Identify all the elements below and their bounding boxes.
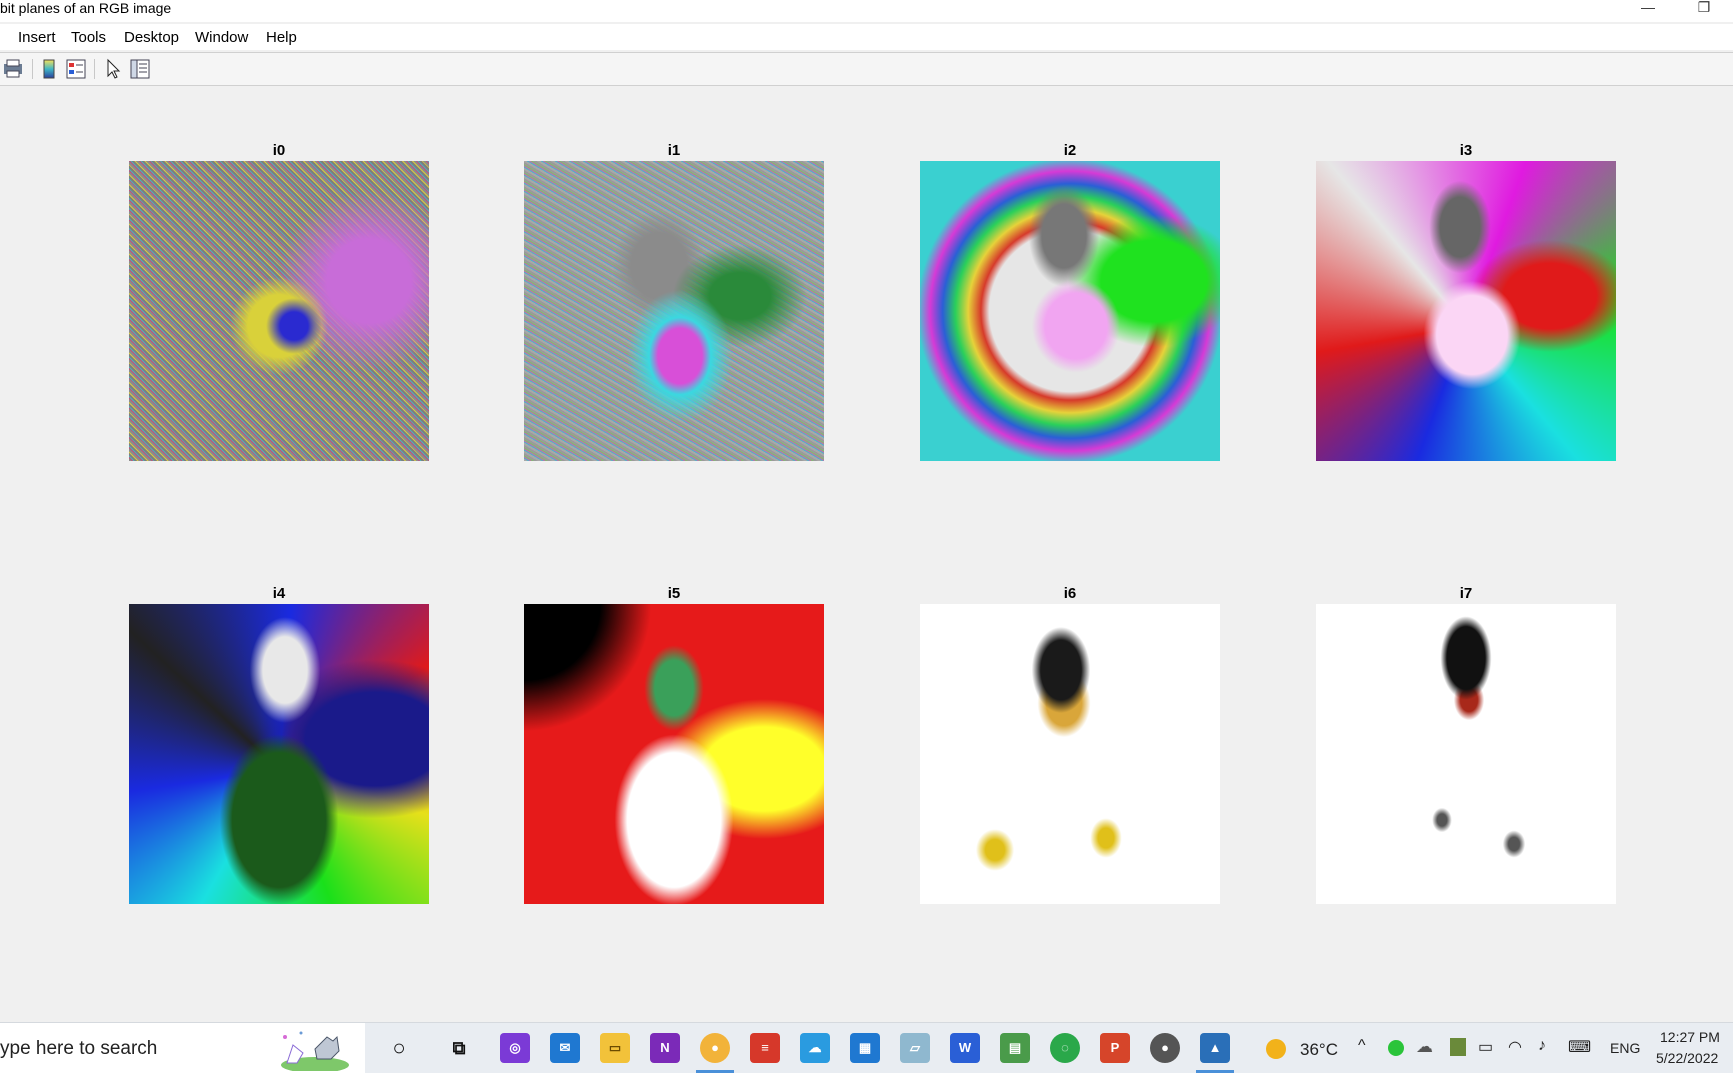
bitplane-image — [1316, 604, 1616, 904]
figure-toolbar — [0, 52, 1733, 86]
axes-title: i5 — [667, 585, 681, 602]
bitplane-axes-i6: i6 — [920, 584, 1220, 904]
calendar-icon[interactable]: ▦ — [850, 1033, 880, 1063]
cortana-icon[interactable]: ○ — [384, 1033, 414, 1063]
bitplane-axes-i4: i4 — [129, 584, 429, 904]
refresh-app-icon[interactable]: ◌ — [1050, 1033, 1080, 1063]
cloud-icon[interactable]: ☁ — [1416, 1037, 1433, 1057]
show-hidden-icons-chevron-icon[interactable]: ^ — [1358, 1037, 1366, 1055]
clock-time[interactable]: 12:27 PM — [1660, 1029, 1720, 1045]
file-explorer-icon[interactable]: ▭ — [600, 1033, 630, 1063]
menu-insert[interactable]: Insert — [18, 29, 56, 46]
window-title: bit planes of an RGB image — [0, 0, 172, 16]
bitplane-image — [524, 161, 824, 461]
search-placeholder: ype here to search — [0, 1038, 158, 1059]
axes-title: i6 — [1063, 585, 1077, 602]
clock-date[interactable]: 5/22/2022 — [1656, 1050, 1718, 1066]
todoist-icon[interactable]: ≡ — [750, 1033, 780, 1063]
input-language[interactable]: ENG — [1610, 1040, 1640, 1056]
title-bar: bit planes of an RGB image — ❐ — [0, 0, 1733, 22]
menu-desktop[interactable]: Desktop — [124, 29, 179, 46]
search-highlight-illustration-icon — [281, 1031, 349, 1071]
bitplane-axes-i3: i3 — [1316, 141, 1616, 461]
excel-icon[interactable]: ▤ — [1000, 1033, 1030, 1063]
bitplane-axes-i1: i1 — [524, 141, 824, 461]
bitplane-image — [129, 161, 429, 461]
task-view-icon[interactable]: ⧉ — [444, 1033, 474, 1063]
wifi-icon[interactable]: ◠ — [1508, 1037, 1522, 1057]
menu-tools[interactable]: Tools — [71, 29, 106, 46]
edit-plot-pointer-icon[interactable] — [102, 58, 124, 80]
bitplane-axes-i7: i7 — [1316, 584, 1616, 904]
windows-taskbar: ype here to search ○ ⧉ ◎ ✉ ▭ N ● ≡ ☁ ▦ ▱… — [0, 1022, 1733, 1073]
axes-title: i3 — [1459, 142, 1473, 159]
bitplane-image — [920, 604, 1220, 904]
keyboard-icon[interactable]: ⌨ — [1568, 1037, 1591, 1057]
axes-title: i2 — [1063, 142, 1077, 159]
word-icon[interactable]: W — [950, 1033, 980, 1063]
axes-title: i7 — [1459, 585, 1473, 602]
notes-icon[interactable]: ▱ — [900, 1033, 930, 1063]
battery-icon[interactable]: ▭ — [1478, 1037, 1493, 1057]
onedrive-icon[interactable]: ☁ — [800, 1033, 830, 1063]
weather-temp[interactable]: 36°C — [1300, 1040, 1338, 1060]
volume-icon[interactable]: ♪ — [1538, 1037, 1546, 1055]
bitplane-axes-i5: i5 — [524, 584, 824, 904]
menu-bar: Insert Tools Desktop Window Help — [0, 24, 1733, 50]
bitplane-axes-i2: i2 — [920, 141, 1220, 461]
chrome-icon[interactable]: ● — [700, 1033, 730, 1063]
bitplane-image — [1316, 161, 1616, 461]
weather-sun-icon[interactable] — [1266, 1039, 1286, 1059]
taskbar-search-box[interactable]: ype here to search — [0, 1023, 365, 1073]
bitplane-image — [920, 161, 1220, 461]
matlab-icon[interactable]: ▲ — [1200, 1033, 1230, 1063]
minimize-button[interactable]: — — [1628, 0, 1668, 20]
bitplane-axes-i0: i0 — [129, 141, 429, 461]
powerpoint-icon[interactable]: P — [1100, 1033, 1130, 1063]
app-icon-1[interactable]: ◎ — [500, 1033, 530, 1063]
property-inspector-icon[interactable] — [129, 58, 151, 80]
bitplane-image — [524, 604, 824, 904]
toolbar-separator — [32, 59, 33, 79]
insert-legend-icon[interactable] — [65, 58, 87, 80]
axes-title: i0 — [272, 142, 286, 159]
insert-colorbar-icon[interactable] — [38, 58, 60, 80]
toolbar-separator — [94, 59, 95, 79]
mail-icon[interactable]: ✉ — [550, 1033, 580, 1063]
axes-title: i1 — [667, 142, 681, 159]
restore-button[interactable]: ❐ — [1684, 0, 1724, 20]
menu-help[interactable]: Help — [266, 29, 297, 46]
onenote-icon[interactable]: N — [650, 1033, 680, 1063]
app-tray-icon[interactable] — [1450, 1038, 1466, 1056]
figure-canvas: i0 i1 i2 i3 i4 i5 i6 i7 — [0, 86, 1733, 1022]
status-green-icon[interactable] — [1388, 1040, 1404, 1056]
bitplane-image — [129, 604, 429, 904]
app-circle-icon[interactable]: ● — [1150, 1033, 1180, 1063]
axes-title: i4 — [272, 585, 286, 602]
print-figure-icon[interactable] — [2, 58, 24, 80]
menu-window[interactable]: Window — [195, 29, 248, 46]
